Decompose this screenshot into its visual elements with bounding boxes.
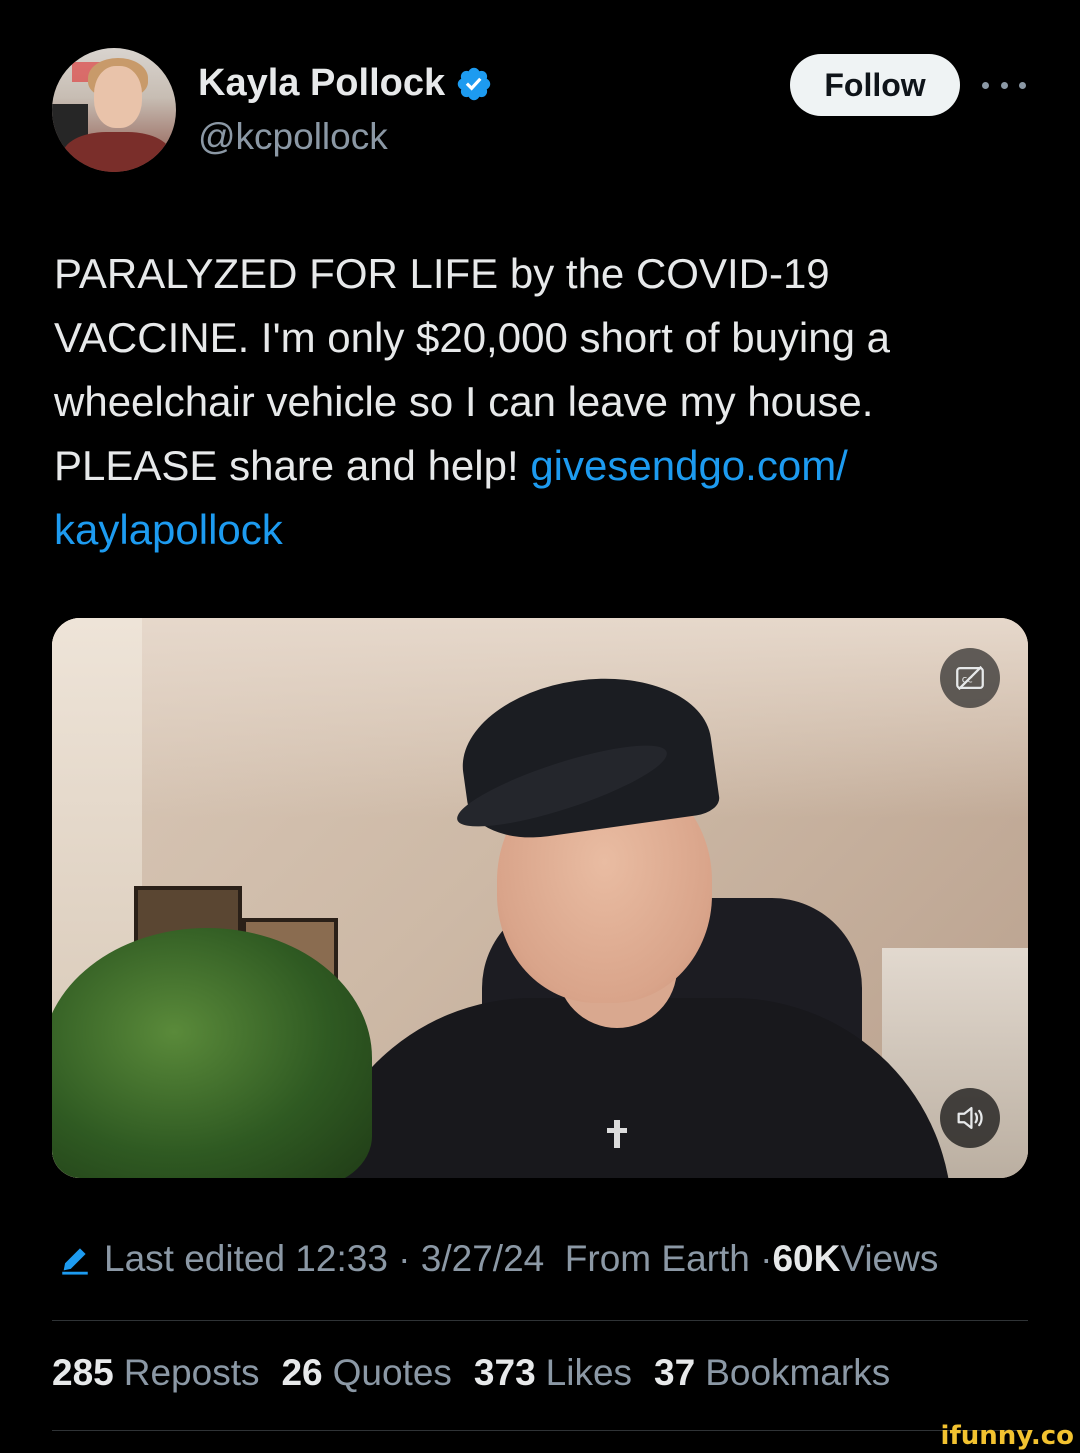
meta-spacer [544, 1238, 565, 1280]
stat-bookmarks[interactable]: 37 Bookmarks [654, 1352, 890, 1394]
stat-quotes[interactable]: 26 Quotes [281, 1352, 451, 1394]
divider [52, 1320, 1028, 1321]
volume-icon[interactable] [940, 1088, 1000, 1148]
reposts-label: Reposts [123, 1352, 260, 1393]
watermark: ifunny.co [940, 1421, 1074, 1451]
views-count: 60K [772, 1238, 841, 1279]
video-cross-pendant-bar [607, 1128, 627, 1133]
author-avatar[interactable] [52, 48, 176, 172]
quotes-count: 26 [281, 1352, 323, 1393]
tweet-text: PARALYZED FOR LIFE by the COVID-19 VACCI… [54, 242, 1034, 562]
stat-reposts[interactable]: 285 Reposts [52, 1352, 259, 1394]
more-dot [1000, 81, 1008, 89]
tweet-meta: Last edited 12:33 · 3/27/24 From Earth ·… [58, 1238, 938, 1280]
avatar-face [94, 66, 142, 128]
divider [52, 1430, 1028, 1431]
author-name[interactable]: Kayla Pollock [198, 62, 493, 105]
engagement-stats: 285 Reposts 26 Quotes 373 Likes 37 Bookmarks [52, 1352, 890, 1394]
author-name-text: Kayla Pollock [198, 62, 446, 104]
bookmarks-count: 37 [654, 1352, 696, 1393]
captions-off-icon[interactable]: cc [940, 648, 1000, 708]
location-text: From Earth · [564, 1238, 773, 1279]
captions-glyph: cc [956, 665, 984, 691]
reposts-count: 285 [52, 1352, 114, 1393]
author-handle[interactable]: @kcpollock [198, 116, 388, 158]
follow-button[interactable]: Follow [790, 54, 960, 116]
more-options-icon[interactable] [982, 68, 1026, 102]
stat-likes[interactable]: 373 Likes [474, 1352, 632, 1394]
last-edited-text[interactable]: Last edited 12:33 · 3/27/24 [104, 1238, 544, 1280]
views-label: Views [840, 1238, 939, 1279]
volume-glyph [957, 1106, 983, 1130]
more-dot [982, 81, 989, 89]
likes-count: 373 [473, 1352, 536, 1393]
more-dot [1019, 81, 1026, 89]
avatar-shirt [62, 132, 172, 172]
quotes-label: Quotes [332, 1352, 452, 1393]
likes-label: Likes [545, 1352, 633, 1393]
verified-badge-icon [457, 67, 491, 100]
video-cross-pendant [614, 1120, 620, 1148]
video-plant [52, 928, 372, 1178]
pencil-icon[interactable] [58, 1242, 92, 1276]
tweet-video[interactable]: cc [52, 618, 1028, 1178]
bookmarks-label: Bookmarks [705, 1352, 891, 1393]
